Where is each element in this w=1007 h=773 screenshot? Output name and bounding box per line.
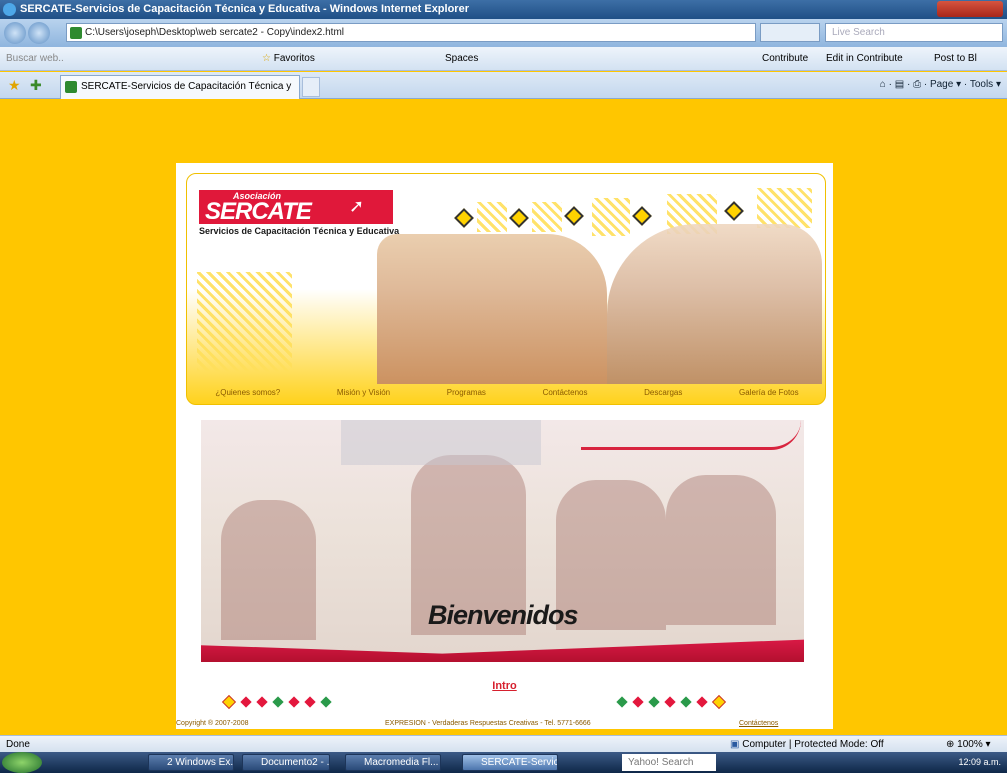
feeds-icon[interactable]: ▤ — [895, 79, 904, 90]
taskbar: 2 Windows Ex... Documento2 - ... Macrome… — [0, 752, 1007, 773]
footer-decoration-right — [616, 694, 727, 710]
pattern-decoration — [757, 188, 812, 228]
tab-sercate[interactable]: SERCATE-Servicios de Capacitación Técnic… — [60, 75, 300, 114]
logo-asociacion: Asociación — [233, 191, 282, 201]
site-container: SERCATE Asociación ➚ Servicios de Capaci… — [176, 163, 833, 729]
woman-photo — [607, 224, 822, 384]
yahoo-search-input[interactable]: Yahoo! Search — [622, 754, 716, 771]
buscar-web-input[interactable]: Buscar web.. — [6, 47, 64, 71]
home-icon[interactable]: ⌂ — [880, 79, 886, 90]
spaces-label: Spaces — [445, 53, 479, 64]
page-viewport: SERCATE Asociación ➚ Servicios de Capaci… — [0, 99, 1007, 735]
taskbar-item-sercate[interactable]: SERCATE-Servic... — [462, 754, 558, 771]
photo-banner-sign — [341, 420, 541, 465]
main-nav: ¿Quienes somos? Misión y Visión Programa… — [187, 379, 825, 404]
window-title: SERCATE-Servicios de Capacitación Técnic… — [20, 3, 469, 15]
edit-in-contribute-button[interactable]: Edit in Contribute — [826, 47, 903, 71]
toolbar-row: Buscar web.. ☆ Favoritos Spaces Contribu… — [0, 47, 1007, 71]
computer-icon: ▣ — [730, 739, 740, 750]
tab-row: ★ ✚ SERCATE-Servicios de Capacitación Té… — [0, 72, 1007, 114]
pattern-decoration — [532, 202, 562, 232]
forward-button[interactable] — [28, 22, 50, 44]
new-tab-button[interactable] — [302, 77, 320, 97]
taskbar-item-documento[interactable]: Documento2 - ... — [242, 754, 330, 771]
start-button[interactable] — [2, 752, 42, 773]
taskbar-item-macromedia[interactable]: Macromedia Fl... — [345, 754, 441, 771]
back-button[interactable] — [4, 22, 26, 44]
photo-person — [221, 500, 316, 640]
photo-person — [666, 475, 776, 625]
favorites-button[interactable]: ☆ Favoritos — [262, 47, 315, 71]
security-zone: ▣ Computer | Protected Mode: Off — [730, 736, 884, 753]
diamond-decoration-icon — [454, 208, 474, 228]
print-icon[interactable]: ⎙ — [913, 79, 921, 90]
spaces-button[interactable]: Spaces — [445, 47, 478, 71]
page-menu[interactable]: Page — [930, 79, 953, 90]
page-favicon-icon — [70, 27, 82, 39]
sercate-logo[interactable]: SERCATE Asociación ➚ — [199, 190, 393, 225]
copyright-text: Copyright ® 2007-2008 — [176, 720, 249, 727]
logo-tagline: Servicios de Capacitación Técnica y Educ… — [199, 226, 400, 236]
site-header-banner: SERCATE Asociación ➚ Servicios de Capaci… — [186, 173, 826, 405]
address-row: C:\Users\joseph\Desktop\web sercate2 - C… — [0, 19, 1007, 47]
diamond-decoration-icon — [509, 208, 529, 228]
favorites-star-icon[interactable]: ★ — [8, 77, 21, 94]
nav-galeria-fotos[interactable]: Galería de Fotos — [739, 388, 799, 397]
welcome-heading: Bienvenidos — [428, 600, 579, 630]
nav-mision-vision[interactable]: Misión y Visión — [337, 388, 390, 397]
zoom-value: 100% — [957, 739, 983, 750]
address-text: C:\Users\joseph\Desktop\web sercate2 - C… — [85, 27, 345, 38]
window-title-bar: SERCATE-Servicios de Capacitación Técnic… — [0, 0, 1007, 19]
diamond-decoration-icon — [564, 206, 584, 226]
logo-arrow-icon: ➚ — [349, 196, 365, 216]
photo-red-swoosh — [581, 420, 801, 450]
group-photo — [377, 234, 607, 384]
refresh-stop-buttons[interactable] — [760, 23, 820, 42]
tools-menu[interactable]: Tools — [970, 79, 993, 90]
pattern-decoration — [477, 202, 507, 232]
zone-label: Computer | Protected Mode: Off — [742, 739, 884, 750]
diamond-decoration-icon — [724, 201, 744, 221]
pattern-decoration — [197, 272, 292, 372]
status-bar: Done ▣ Computer | Protected Mode: Off ⊕ … — [0, 735, 1007, 752]
live-search-input[interactable]: Live Search — [825, 23, 1003, 42]
nav-programas[interactable]: Programas — [447, 388, 486, 397]
add-favorite-icon[interactable]: ✚ — [30, 77, 42, 94]
address-bar[interactable]: C:\Users\joseph\Desktop\web sercate2 - C… — [66, 23, 756, 42]
ie-icon — [3, 3, 16, 16]
post-to-blog-button[interactable]: Post to Bl — [934, 47, 977, 71]
status-text: Done — [6, 739, 30, 750]
star-icon: ☆ — [262, 53, 271, 64]
command-bar: ⌂ · ▤ · ⎙ · Page ▾ · Tools ▾ — [879, 79, 1001, 90]
welcome-photo: Bienvenidos — [201, 420, 804, 662]
window-control-buttons[interactable] — [937, 1, 1003, 17]
logo-name: SERCATE — [205, 198, 312, 225]
credits-text: EXPRESION - Verdaderas Respuestas Creati… — [385, 720, 591, 727]
footer-decoration-left — [221, 694, 332, 710]
diamond-decoration-icon — [632, 206, 652, 226]
pattern-decoration — [592, 198, 630, 236]
intro-link[interactable]: Intro — [176, 680, 833, 692]
footer-contact-link[interactable]: Contáctenos — [739, 720, 778, 727]
favorites-label: Favoritos — [273, 53, 315, 64]
contribute-button[interactable]: Contribute — [762, 47, 808, 71]
site-footer: Copyright ® 2007-2008 EXPRESION - Verdad… — [0, 714, 1007, 734]
taskbar-clock[interactable]: 12:09 a.m. — [958, 752, 1001, 773]
zoom-icon: ⊕ — [946, 739, 955, 750]
nav-quienes-somos[interactable]: ¿Quienes somos? — [215, 388, 280, 397]
zoom-level[interactable]: ⊕ 100% ▾ — [946, 736, 991, 753]
taskbar-item-ie-windows[interactable]: 2 Windows Ex... — [148, 754, 234, 771]
tab-favicon-icon — [65, 81, 77, 93]
nav-contactenos[interactable]: Contáctenos — [543, 388, 588, 397]
nav-descargas[interactable]: Descargas — [644, 388, 682, 397]
